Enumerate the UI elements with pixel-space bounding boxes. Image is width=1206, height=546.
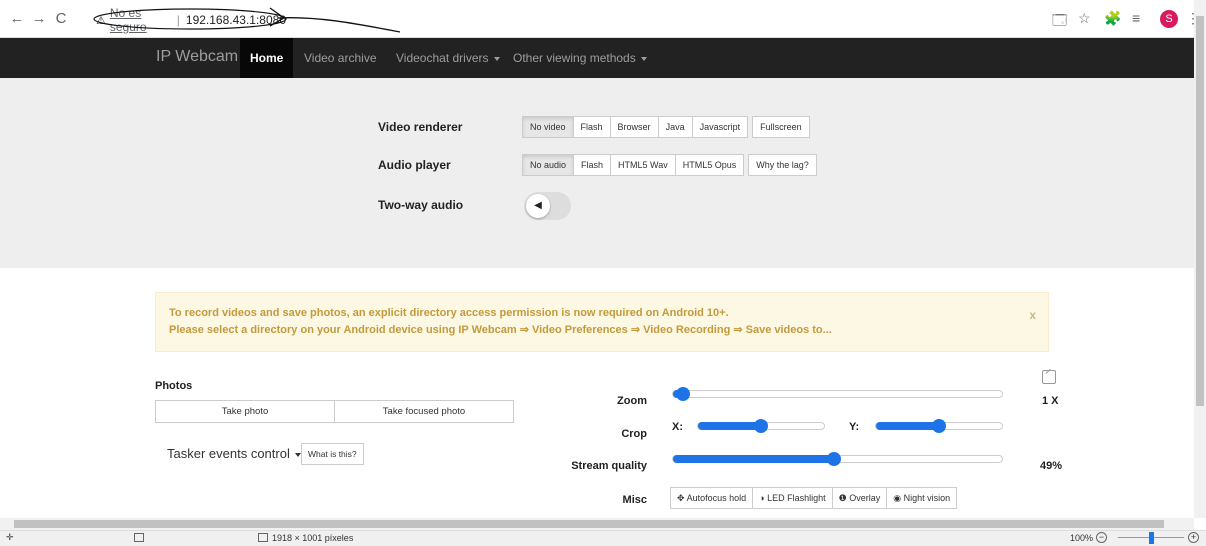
zoom-label: Zoom — [617, 395, 647, 407]
misc-button-group: ✥ Autofocus hold ◑ LED Flashlight ❶ Over… — [670, 487, 958, 509]
info-circle-icon: ❶ — [838, 493, 847, 503]
renderer-fullscreen-button[interactable]: Fullscreen — [752, 116, 810, 138]
crop-label: Crop — [621, 428, 647, 440]
nav-videochat-drivers[interactable]: Videochat drivers — [386, 38, 510, 78]
image-size-icon — [258, 533, 268, 542]
zoom-slider-thumb[interactable] — [1149, 532, 1154, 544]
photos-title: Photos — [155, 380, 193, 392]
nav-videochat-drivers-label: Videochat drivers — [396, 51, 489, 65]
misc-label: Misc — [622, 494, 647, 506]
stream-quality-value: 49% — [1040, 460, 1063, 472]
crop-x-slider-fill — [698, 422, 761, 430]
browser-toolbar: ← → C ⚠ No es seguro | 192.168.43.1:8080… — [0, 0, 1206, 38]
overlay-label: Overlay — [849, 493, 881, 503]
crosshair-icon: ✥ — [677, 493, 685, 503]
zoom-level: 100% — [1070, 533, 1094, 543]
caret-down-icon — [294, 452, 301, 457]
half-circle-icon: ◑ — [759, 493, 765, 503]
status-bar: ✛ 1918 × 1001 píxeles 100% − + — [0, 530, 1206, 546]
stream-quality-label: Stream quality — [571, 460, 647, 472]
video-renderer-group: No video Flash Browser Java Javascript F… — [522, 116, 810, 138]
eye-icon: ◉ — [893, 493, 902, 503]
tasker-events-dropdown[interactable]: Tasker events control — [167, 446, 301, 461]
nav-home[interactable]: Home — [240, 38, 294, 78]
app-navbar: IP Webcam Home Video archive Videochat d… — [0, 38, 1194, 78]
stream-quality-slider[interactable] — [672, 452, 1003, 466]
autofocus-hold-label: Autofocus hold — [686, 493, 747, 503]
zoom-in-button[interactable]: + — [1188, 532, 1199, 543]
alert-line-1: To record videos and save photos, an exp… — [169, 307, 729, 319]
crop-x-label: X: — [672, 421, 683, 433]
megaphone-icon: ◀ — [526, 194, 550, 218]
extensions-icon[interactable]: 🧩 — [1104, 10, 1121, 27]
selection-icon — [134, 533, 144, 542]
translate-icon[interactable]: 🗔 — [1052, 10, 1067, 34]
night-vision-label: Night vision — [903, 493, 951, 503]
tasker-label: Tasker events control — [167, 446, 290, 461]
led-flashlight-button[interactable]: ◑ LED Flashlight — [752, 487, 833, 509]
alert-close-button[interactable]: x — [1029, 308, 1036, 322]
crop-x-slider[interactable] — [697, 419, 825, 433]
night-vision-button[interactable]: ◉ Night vision — [886, 487, 958, 509]
expand-icon[interactable] — [1042, 370, 1056, 384]
renderer-javascript-button[interactable]: Javascript — [691, 116, 749, 138]
renderer-browser-button[interactable]: Browser — [609, 116, 659, 138]
alert-line-2: Please select a directory on your Androi… — [169, 324, 832, 336]
back-arrow-icon[interactable]: ← — [8, 11, 26, 27]
two-way-audio-toggle[interactable]: ◀ — [524, 192, 571, 220]
renderer-no-video-button[interactable]: No video — [522, 116, 574, 138]
what-is-this-button[interactable]: What is this? — [301, 443, 364, 465]
vertical-scrollbar-thumb[interactable] — [1196, 16, 1204, 406]
star-icon[interactable]: ☆ — [1078, 10, 1091, 27]
crop-y-slider-knob[interactable] — [932, 419, 946, 433]
overlay-button[interactable]: ❶ Overlay — [831, 487, 888, 509]
crop-y-label: Y: — [849, 421, 860, 433]
profile-avatar[interactable]: S — [1160, 10, 1178, 28]
crop-y-slider[interactable] — [875, 419, 1003, 433]
stream-quality-slider-knob[interactable] — [827, 452, 842, 466]
horizontal-scrollbar[interactable] — [0, 518, 1194, 530]
video-renderer-label: Video renderer — [378, 120, 463, 134]
crop-y-slider-fill — [876, 422, 939, 430]
move-icon: ✛ — [6, 532, 14, 542]
horizontal-scrollbar-thumb[interactable] — [14, 520, 1164, 528]
audio-html5-opus-button[interactable]: HTML5 Opus — [674, 154, 745, 176]
renderer-flash-button[interactable]: Flash — [572, 116, 611, 138]
caret-down-icon — [640, 56, 647, 61]
image-dimensions: 1918 × 1001 píxeles — [272, 533, 354, 543]
nav-video-archive[interactable]: Video archive — [294, 38, 387, 78]
zoom-slider-knob[interactable] — [675, 387, 690, 401]
audio-flash-button[interactable]: Flash — [573, 154, 612, 176]
zoom-slider[interactable] — [672, 387, 1003, 401]
led-flashlight-label: LED Flashlight — [767, 493, 826, 503]
reload-icon[interactable]: C — [52, 11, 70, 27]
nav-other-viewing-methods[interactable]: Other viewing methods — [503, 38, 657, 78]
renderer-java-button[interactable]: Java — [657, 116, 693, 138]
take-photo-button[interactable]: Take photo — [155, 400, 335, 423]
caret-down-icon — [493, 56, 500, 61]
take-focused-photo-button[interactable]: Take focused photo — [334, 400, 514, 423]
permission-alert: To record videos and save photos, an exp… — [155, 292, 1049, 352]
audio-player-group: No audio Flash HTML5 Wav HTML5 Opus Why … — [522, 154, 817, 176]
forward-arrow-icon[interactable]: → — [30, 11, 48, 27]
zoom-out-button[interactable]: − — [1096, 532, 1107, 543]
nav-other-viewing-methods-label: Other viewing methods — [513, 51, 636, 65]
media-queue-icon[interactable]: ≡ — [1132, 10, 1140, 26]
two-way-audio-label: Two-way audio — [378, 198, 464, 212]
vertical-scrollbar[interactable] — [1194, 0, 1206, 518]
stream-quality-slider-fill — [673, 455, 835, 463]
audio-html5-wav-button[interactable]: HTML5 Wav — [610, 154, 676, 176]
brand-title[interactable]: IP Webcam — [156, 48, 238, 66]
why-the-lag-button[interactable]: Why the lag? — [748, 154, 817, 176]
audio-player-label: Audio player — [378, 158, 451, 172]
audio-no-audio-button[interactable]: No audio — [522, 154, 575, 176]
autofocus-hold-button[interactable]: ✥ Autofocus hold — [670, 487, 754, 509]
crop-x-slider-knob[interactable] — [754, 419, 768, 433]
handwritten-annotation — [93, 7, 401, 33]
zoom-value: 1 X — [1042, 395, 1059, 407]
